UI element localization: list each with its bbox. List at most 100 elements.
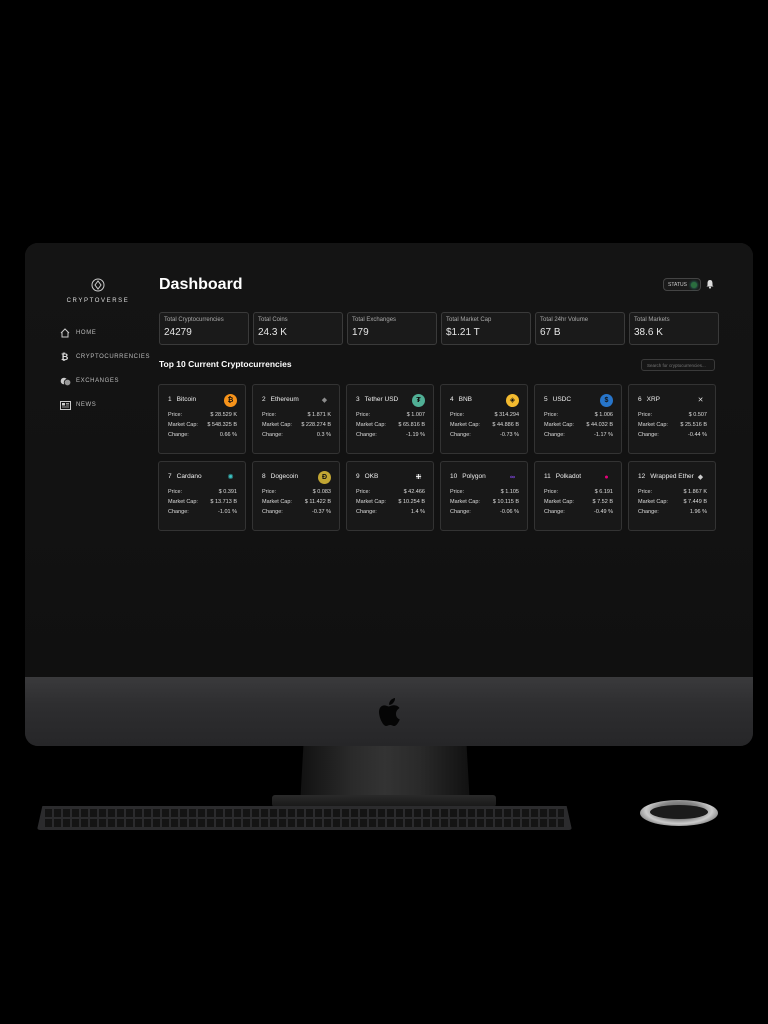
coin-card[interactable]: 8 Dogecoin Ð Price: $ 0.083 Market Cap: $ 11.4… (252, 461, 340, 531)
sidebar-nav: HOME ₿ CRYPTOCURRENCIES EXCHANGES NEWS (59, 321, 159, 417)
coin-price-row: Price: $ 28.529 K (168, 412, 237, 418)
coin-price-row: Price: $ 1.006 (544, 412, 613, 418)
coin-title: 4 BNB (450, 396, 472, 404)
bell-icon[interactable] (705, 279, 715, 289)
stat-label: Total Markets (634, 317, 670, 323)
coin-market-cap-value: $ 44.886 B (492, 422, 519, 428)
coin-card-header: 8 Dogecoin Ð (262, 469, 331, 485)
polkadot-coin-icon: ● (604, 473, 609, 481)
coin-market-cap-value: $ 548.325 B (207, 422, 237, 428)
coin-title: 10 Polygon (450, 473, 486, 481)
coin-card[interactable]: 5 USDC $ Price: $ 1.006 Market Cap: $ 44.032 B… (534, 384, 622, 454)
stat-value: 179 (352, 327, 369, 338)
coin-price-label: Price: (638, 412, 653, 418)
coin-price-label: Price: (262, 412, 277, 418)
app-logo-text: CRYPTOVERSE (66, 298, 130, 304)
coin-card-header: 11 Polkadot ● (544, 469, 613, 485)
coin-change-label: Change: (450, 432, 471, 438)
usdc-coin-icon: $ (600, 393, 613, 407)
coin-market-cap-value: $ 13.713 B (210, 499, 237, 505)
coin-market-cap-row: Market Cap: $ 228.274 B (262, 422, 331, 428)
coin-card[interactable]: 6 XRP ✕ Price: $ 0.507 Market Cap: $ 25.516 B C… (628, 384, 716, 454)
coin-market-cap-row: Market Cap: $ 65.816 B (356, 422, 425, 428)
coin-market-cap-row: Market Cap: $ 10.254 B (356, 499, 425, 505)
coin-change-value: -0.49 % (594, 509, 613, 515)
coin-price-value: $ 314.294 (494, 412, 519, 418)
coin-change-row: Change: -0.73 % (450, 432, 519, 438)
coin-card[interactable]: 2 Ethereum ◆ Price: $ 1.871 K Market Cap: $ 22… (252, 384, 340, 454)
coin-price-value: $ 1.006 (594, 412, 613, 418)
sidebar-item-label: CRYPTOCURRENCIES (76, 354, 151, 360)
coin-price-label: Price: (356, 412, 371, 418)
coin-change-label: Change: (450, 509, 471, 515)
stat-card: Total Cryptocurrencies 24279 (159, 312, 249, 345)
coin-price-row: Price: $ 1.105 (450, 489, 519, 495)
bitcoin-icon: ₿ (61, 352, 69, 362)
coin-rank: 11 (544, 473, 551, 480)
logo-icon (91, 278, 105, 292)
coin-market-cap-row: Market Cap: $ 548.325 B (168, 422, 237, 428)
sidebar-item-exchanges[interactable]: EXCHANGES (59, 369, 159, 393)
stat-card: Total Markets 38.6 K (629, 312, 719, 345)
coin-change-label: Change: (262, 432, 283, 438)
stat-label: Total Coins (258, 317, 288, 323)
coin-market-cap-label: Market Cap: (168, 499, 198, 505)
search-input[interactable]: Search for cryptocurrencies... (641, 359, 715, 371)
status-toggle[interactable]: STATUS (663, 278, 701, 291)
stats-row: Total Cryptocurrencies 24279 Total Coins… (159, 312, 719, 345)
coin-card[interactable]: 11 Polkadot ● Price: $ 6.191 Market Cap: $ 7.5… (534, 461, 622, 531)
coin-market-cap-label: Market Cap: (544, 422, 574, 428)
stat-value: 24279 (164, 327, 192, 338)
apple-logo-icon (379, 698, 400, 726)
coin-market-cap-row: Market Cap: $ 13.713 B (168, 499, 237, 505)
coin-name: Tether USD (364, 396, 399, 403)
coin-price-row: Price: $ 1.871 K (262, 412, 331, 418)
status-label: STATUS (668, 281, 687, 288)
sidebar-item-home[interactable]: HOME (59, 321, 159, 345)
coin-card[interactable]: 7 Cardano ✺ Price: $ 0.391 Market Cap: $ 13.71… (158, 461, 246, 531)
coin-change-row: Change: 0.66 % (168, 432, 237, 438)
stat-value: 38.6 K (634, 327, 663, 338)
coin-price-row: Price: $ 0.507 (638, 412, 707, 418)
coin-rank: 4 (450, 396, 454, 403)
stat-value: 24.3 K (258, 327, 287, 338)
coin-card[interactable]: 1 Bitcoin ₿ Price: $ 28.529 K Market Cap: $ 54… (158, 384, 246, 454)
coin-price-label: Price: (356, 489, 371, 495)
coin-card[interactable]: 4 BNB ◈ Price: $ 314.294 Market Cap: $ 44.886 … (440, 384, 528, 454)
coin-change-row: Change: -1.17 % (544, 432, 613, 438)
coin-title: 12 Wrapped Ether (638, 473, 694, 481)
coin-market-cap-row: Market Cap: $ 7.52 B (544, 499, 613, 505)
coin-card-header: 10 Polygon ∞ (450, 469, 519, 485)
coin-change-value: -1.19 % (406, 432, 425, 438)
coin-market-cap-value: $ 11.422 B (304, 499, 331, 505)
coin-change-value: -1.17 % (594, 432, 613, 438)
coin-change-value: -0.37 % (312, 509, 331, 515)
bitcoin-coin-icon: ₿ (224, 393, 237, 407)
sidebar-item-label: HOME (76, 330, 97, 336)
coin-market-cap-value: $ 65.816 B (398, 422, 425, 428)
coin-rank: 2 (262, 396, 266, 403)
coin-name: XRP (646, 396, 660, 403)
sidebar-item-cryptocurrencies[interactable]: ₿ CRYPTOCURRENCIES (59, 345, 159, 369)
coin-change-label: Change: (356, 509, 377, 515)
coin-card-header: 5 USDC $ (544, 392, 613, 408)
coin-card-header: 12 Wrapped Ether ◆ (638, 469, 707, 485)
coin-card[interactable]: 12 Wrapped Ether ◆ Price: $ 1.867 K Market Ca… (628, 461, 716, 531)
coin-market-cap-label: Market Cap: (262, 422, 292, 428)
coin-price-label: Price: (262, 489, 277, 495)
screen: CRYPTOVERSE HOME ₿ CRYPTOCURRENCIES EXCH… (25, 243, 753, 677)
coin-market-cap-value: $ 10.115 B (492, 499, 519, 505)
coin-card-header: 3 Tether USD ₮ (356, 392, 425, 408)
coin-change-row: Change: -1.01 % (168, 509, 237, 515)
coin-card[interactable]: 9 OKB ⁜ Price: $ 42.466 Market Cap: $ 10.254 B… (346, 461, 434, 531)
monitor: CRYPTOVERSE HOME ₿ CRYPTOCURRENCIES EXCH… (25, 243, 753, 746)
coin-title: 11 Polkadot (544, 473, 581, 481)
sidebar-item-news[interactable]: NEWS (59, 393, 159, 417)
coin-card[interactable]: 3 Tether USD ₮ Price: $ 1.007 Market Cap: $ 65… (346, 384, 434, 454)
polygon-coin-icon: ∞ (510, 473, 515, 481)
coin-card[interactable]: 10 Polygon ∞ Price: $ 1.105 Market Cap: $ 10.1… (440, 461, 528, 531)
coin-price-label: Price: (168, 412, 183, 418)
wrapped-ether-coin-icon: ◆ (697, 474, 704, 481)
coin-price-value: $ 42.466 (403, 489, 425, 495)
coin-name: BNB (458, 396, 472, 403)
